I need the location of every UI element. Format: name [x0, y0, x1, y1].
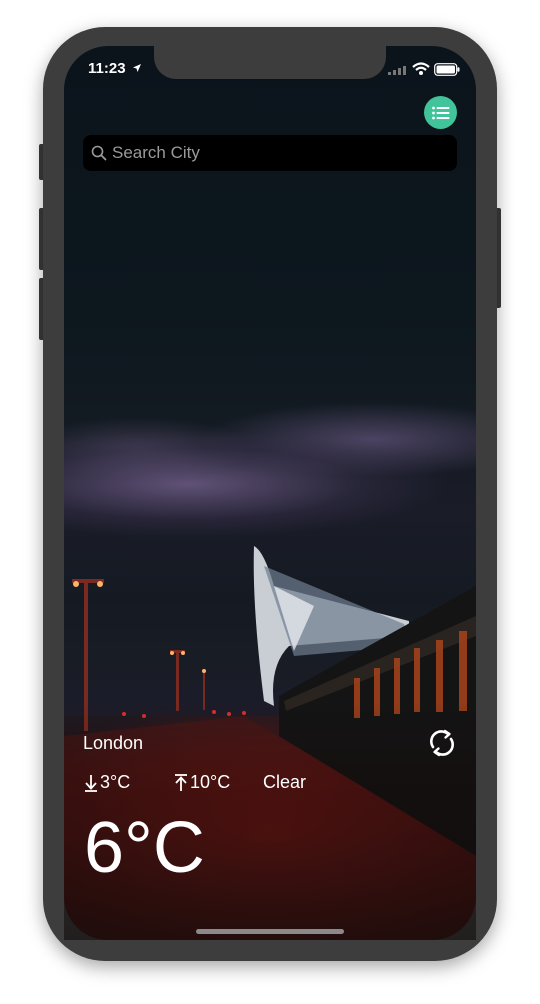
min-temp: 3°C	[84, 772, 130, 793]
max-temp: 10°C	[174, 772, 230, 793]
max-temp-label: 10°C	[190, 772, 231, 792]
wifi-icon	[412, 62, 430, 75]
saved-cities-button[interactable]	[424, 96, 457, 129]
refresh-icon[interactable]	[426, 727, 458, 759]
min-temp-label: 3°C	[100, 772, 131, 792]
status-bar-indicators	[388, 62, 460, 78]
search-input[interactable]	[112, 135, 442, 171]
arrow-down-icon	[85, 774, 97, 792]
device-notch	[154, 46, 386, 79]
list-icon	[431, 106, 449, 119]
current-temperature: 6°C	[84, 808, 205, 888]
weather-condition: Clear	[263, 772, 307, 792]
search-icon	[91, 145, 107, 161]
cellular-signal-icon	[388, 66, 406, 75]
city-name: London	[83, 733, 144, 753]
home-indicator	[196, 929, 344, 934]
search-bar[interactable]	[83, 135, 457, 171]
location-arrow-icon	[132, 64, 141, 72]
status-bar-time: 11:23	[88, 60, 142, 77]
battery-icon	[434, 63, 460, 76]
arrow-up-icon	[175, 773, 187, 791]
status-time-label: 11:23	[88, 60, 126, 77]
